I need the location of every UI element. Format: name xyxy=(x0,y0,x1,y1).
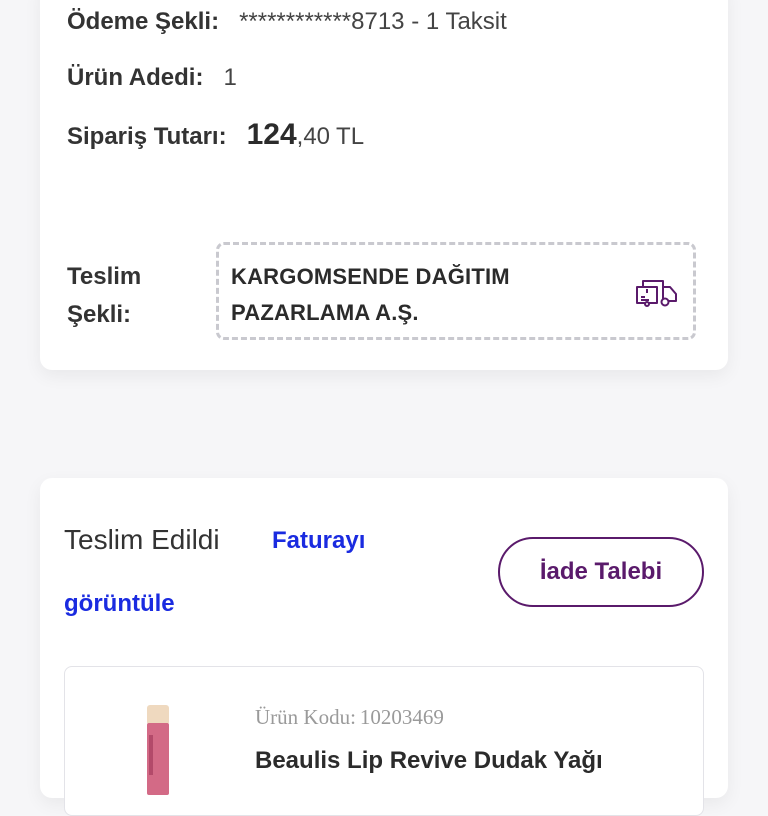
product-image xyxy=(147,705,169,795)
product-code-value: 10203469 xyxy=(359,705,444,729)
order-total-label: Sipariş Tutarı: xyxy=(67,123,227,150)
delivery-status: Teslim Edildi xyxy=(64,524,220,555)
product-item[interactable]: Ürün Kodu: 10203469 Beaulis Lip Revive Du… xyxy=(64,666,704,816)
view-invoice-link[interactable]: Faturayı xyxy=(272,527,365,555)
delivery-method-box: KARGOMSENDE DAĞITIM PAZARLAMA A.Ş. xyxy=(216,242,696,340)
view-invoice-link-continued[interactable]: görüntüle xyxy=(64,590,175,618)
shipment-card: Teslim Edildi Faturayı görüntüle İade Ta… xyxy=(40,478,728,816)
product-code-label: Ürün Kodu: xyxy=(255,705,356,729)
payment-value: ************8713 - 1 Taksit xyxy=(239,8,507,35)
carrier-name: KARGOMSENDE DAĞITIM PAZARLAMA A.Ş. xyxy=(231,264,510,325)
quantity-label: Ürün Adedi: xyxy=(67,64,204,91)
product-name[interactable]: Beaulis Lip Revive Dudak Yağı xyxy=(255,747,603,775)
delivery-label: Teslim Şekli: xyxy=(67,263,142,328)
truck-icon xyxy=(636,280,677,307)
quantity-row: Ürün Adedi: 1 xyxy=(67,64,237,92)
order-total-row: Sipariş Tutarı: 124,40 TL xyxy=(67,118,364,152)
product-code: Ürün Kodu: 10203469 xyxy=(255,705,444,730)
order-summary-card: Ödeme Şekli: ************8713 - 1 Taksit… xyxy=(40,0,728,370)
quantity-value: 1 xyxy=(223,64,237,91)
payment-row: Ödeme Şekli: ************8713 - 1 Taksit xyxy=(67,8,507,36)
payment-label: Ödeme Şekli: xyxy=(67,8,220,35)
price-fraction: ,40 xyxy=(296,123,331,150)
price-currency: TL xyxy=(336,123,365,150)
price-integer: 124 xyxy=(246,118,297,151)
order-total-amount: 124,40 TL xyxy=(247,118,364,152)
return-request-button[interactable]: İade Talebi xyxy=(498,537,704,607)
